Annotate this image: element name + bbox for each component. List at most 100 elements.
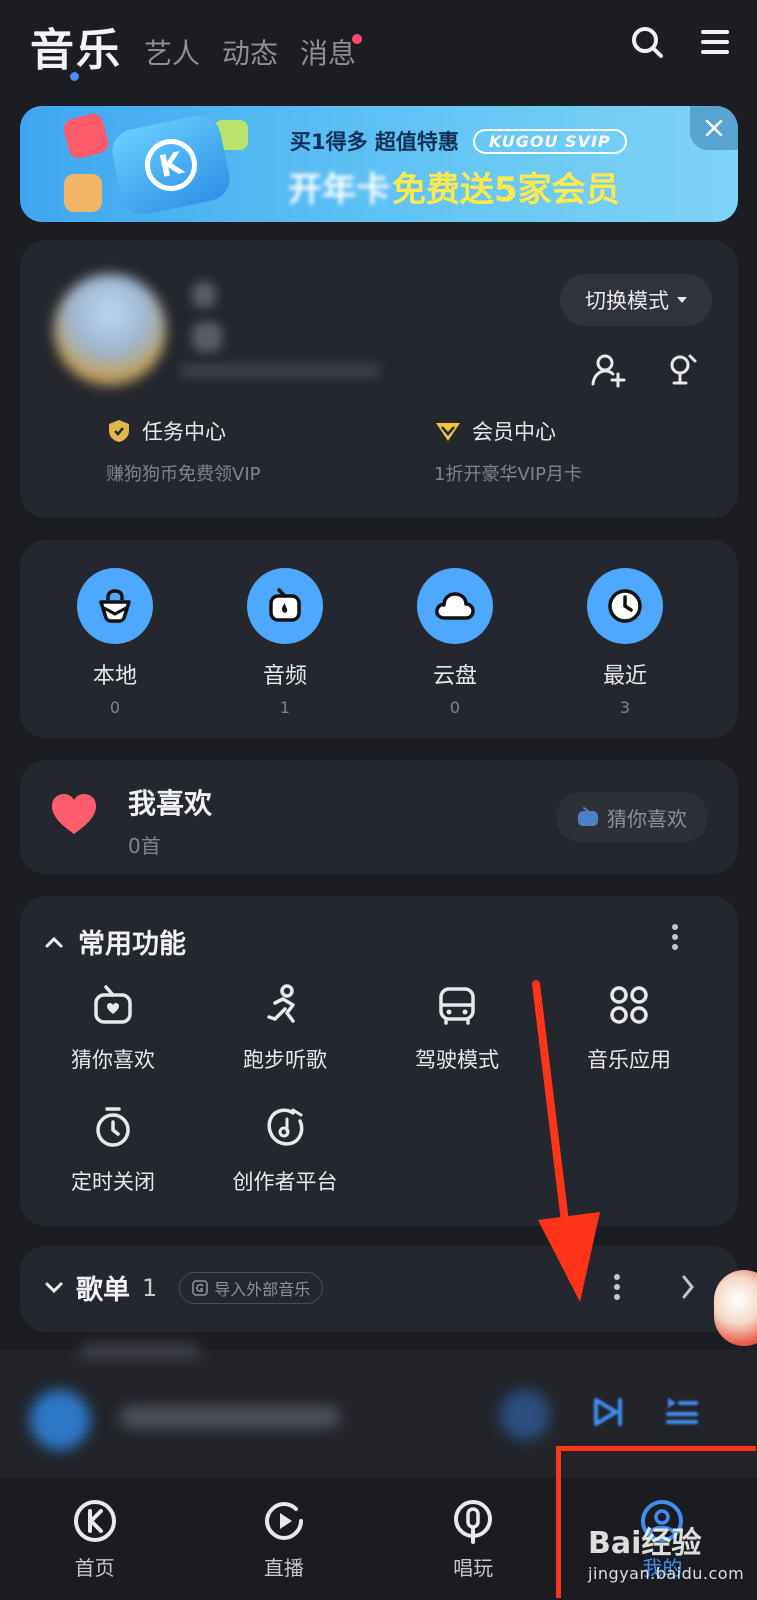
func-running[interactable]: 跑步听歌 [210, 980, 360, 1074]
func-sleep-timer-label: 定时关闭 [71, 1170, 155, 1194]
kugou-logo-icon: K [108, 111, 234, 219]
timer-icon [88, 1102, 138, 1152]
banner-line1: 买1得多 超值特惠 [290, 130, 459, 154]
watermark-sub: jingyan.baidu.com [588, 1564, 745, 1583]
top-actions [629, 24, 731, 64]
profile-actions [590, 352, 700, 392]
app-deco-icon [64, 174, 102, 212]
banner-headline: 买1得多 超值特惠 KUGOU SVIP [290, 126, 627, 156]
close-icon [705, 119, 723, 137]
tab-feed[interactable]: 动态 [222, 32, 278, 78]
player-cover [30, 1390, 90, 1450]
clock-icon [587, 568, 663, 644]
caret-down-icon [677, 297, 687, 303]
more-vertical-icon[interactable] [670, 922, 680, 952]
annotation-arrow [532, 980, 600, 1302]
playlist-count: 1 [142, 1273, 158, 1302]
quick-audio[interactable]: 音频 1 [230, 568, 340, 717]
floating-mascot[interactable] [714, 1270, 757, 1346]
task-center-subtitle: 赚狗狗币免费领VIP [106, 464, 261, 485]
next-track-icon[interactable] [590, 1394, 626, 1430]
vip-diamond-icon [436, 423, 460, 441]
nav-live[interactable]: 直播 [189, 1478, 378, 1600]
nav-live-label: 直播 [263, 1556, 304, 1580]
func-creator-platform-label: 创作者平台 [232, 1170, 338, 1194]
favorites-card[interactable]: 我喜欢 0首 猜你喜欢 [20, 760, 738, 874]
quick-audio-label: 音频 [262, 664, 307, 689]
apps-grid-icon [604, 980, 654, 1030]
quick-cloud-label: 云盘 [432, 664, 477, 689]
active-tab-indicator [70, 72, 79, 81]
switch-mode-button[interactable]: 切换模式 [560, 274, 712, 326]
search-icon[interactable] [629, 24, 665, 64]
playlist-title: 歌单 [76, 1275, 130, 1306]
quick-recent-label: 最近 [602, 664, 647, 689]
chevron-right-icon[interactable] [680, 1274, 696, 1300]
func-creator-platform[interactable]: 创作者平台 [210, 1102, 360, 1196]
watermark-main: Bai经验 [588, 1526, 702, 1561]
car-icon [432, 980, 482, 1030]
func-sleep-timer[interactable]: 定时关闭 [38, 1102, 188, 1196]
import-icon [192, 1279, 209, 1296]
import-music-label: 导入外部音乐 [214, 1279, 311, 1299]
baidu-watermark: Bai经验 jingyan.baidu.com [588, 1518, 744, 1583]
app-deco-icon [61, 111, 111, 161]
common-functions-title: 常用功能 [78, 929, 186, 960]
user-stats-blurred [180, 364, 380, 378]
vip-center-entry[interactable]: 会员中心 1折开豪华VIP月卡 [434, 416, 582, 486]
unread-dot [352, 34, 363, 44]
cloud-icon [417, 568, 493, 644]
running-icon [260, 980, 310, 1030]
quick-recent[interactable]: 最近 3 [570, 568, 680, 717]
favorites-title: 我喜欢 [128, 787, 213, 820]
tab-music[interactable]: 音乐 [30, 14, 122, 78]
profile-card: 切换模式 任务中心 赚狗狗币免费领VIP 会员中心 1折开豪华VIP月卡 [20, 240, 738, 518]
menu-icon[interactable] [699, 27, 731, 61]
playlist-card: 歌单 1 导入外部音乐 [20, 1246, 738, 1332]
quick-access-card: 本地 0 音频 1 云盘 0 最近 3 [20, 540, 738, 738]
voice-mic-icon[interactable] [664, 352, 700, 392]
nav-sing[interactable]: 唱玩 [379, 1478, 568, 1600]
task-center-title: 任务中心 [142, 420, 226, 444]
svip-tag: KUGOU SVIP [472, 128, 627, 154]
radio-heart-icon [88, 980, 138, 1030]
live-play-icon [261, 1498, 307, 1544]
play-queue-icon[interactable] [664, 1390, 700, 1426]
more-vertical-icon[interactable] [612, 1272, 622, 1302]
promo-banner[interactable]: K 买1得多 超值特惠 KUGOU SVIP 开年卡 免费送5家会员 [20, 106, 738, 222]
avatar[interactable] [54, 274, 166, 386]
import-music-button[interactable]: 导入外部音乐 [179, 1271, 324, 1304]
chevron-up-icon [45, 936, 63, 947]
quick-local[interactable]: 本地 0 [60, 568, 170, 717]
common-functions-header[interactable]: 常用功能 [44, 922, 186, 961]
player-control-blurred [500, 1390, 550, 1440]
func-guess-you-like[interactable]: 猜你喜欢 [38, 980, 188, 1074]
user-level-blurred [192, 322, 222, 352]
banner-close-button[interactable] [690, 106, 738, 150]
playlist-header[interactable]: 歌单 1 导入外部音乐 [44, 1268, 324, 1307]
creator-icon [260, 1102, 310, 1152]
guess-you-like-button[interactable]: 猜你喜欢 [556, 792, 708, 842]
banner-offer: 开年卡 免费送5家会员 [288, 162, 620, 211]
tab-artists[interactable]: 艺人 [144, 32, 200, 78]
mic-icon [450, 1498, 496, 1544]
task-shield-icon [109, 420, 129, 442]
nav-home-label: 首页 [74, 1556, 115, 1580]
banner-offer-highlight: 免费送5家会员 [392, 170, 620, 210]
tab-messages[interactable]: 消息 [300, 32, 363, 78]
tab-messages-label: 消息 [300, 37, 357, 70]
radio-small-icon [578, 807, 598, 826]
add-friend-icon[interactable] [590, 352, 626, 392]
vip-center-subtitle: 1折开豪华VIP月卡 [434, 464, 582, 485]
nav-home[interactable]: 首页 [0, 1478, 189, 1600]
player-song-blurred [80, 1344, 200, 1358]
quick-local-count: 0 [109, 698, 121, 717]
quick-cloud[interactable]: 云盘 0 [400, 568, 510, 717]
banner-offer-prefix: 开年卡 [288, 170, 390, 210]
func-guess-you-like-label: 猜你喜欢 [71, 1048, 155, 1072]
common-functions-card: 常用功能 猜你喜欢 跑步听歌 驾驶模式 音乐应用 定时关闭 创作者平台 [20, 896, 738, 1226]
audio-radio-icon [247, 568, 323, 644]
player-track-blurred [120, 1406, 340, 1428]
task-center-entry[interactable]: 任务中心 赚狗狗币免费领VIP [106, 416, 260, 486]
guess-you-like-label: 猜你喜欢 [607, 806, 687, 831]
